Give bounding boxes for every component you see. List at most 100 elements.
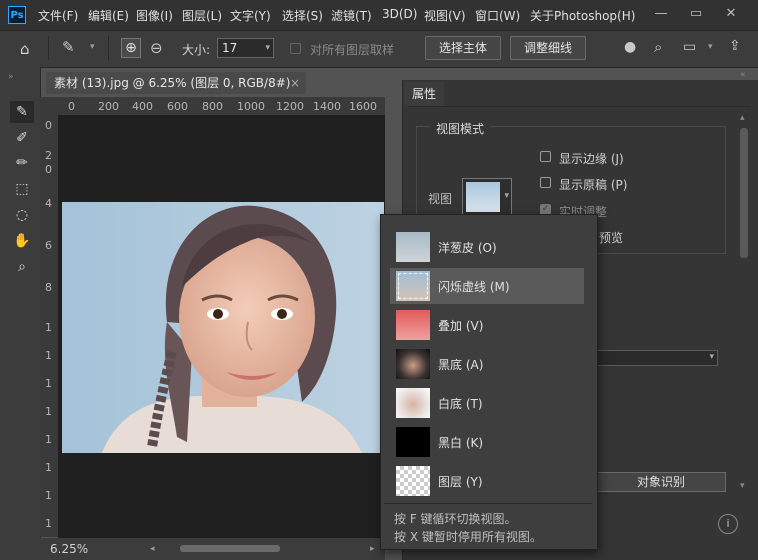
scroll-left-icon[interactable]: ◂ xyxy=(150,538,155,560)
ruler-tick: 1 xyxy=(45,405,52,418)
menu-window[interactable]: 窗口(W) xyxy=(475,7,520,24)
collapse-panel-icon[interactable]: « xyxy=(740,70,746,80)
share-icon[interactable]: ⇪ xyxy=(729,38,741,54)
ruler-tick: 2 xyxy=(45,149,52,162)
menu-image[interactable]: 图像(I) xyxy=(136,7,173,24)
object-recognition-button[interactable]: 对象识别 xyxy=(596,472,726,492)
scroll-right-icon[interactable]: ▸ xyxy=(370,538,375,560)
show-edge-label: 显示边缘 (J) xyxy=(559,152,624,166)
divider xyxy=(108,36,109,60)
refine-brush-tool-icon[interactable]: ✐ xyxy=(10,127,34,149)
ruler-tick: 600 xyxy=(167,100,188,113)
view-mode-marching-ants[interactable]: 闪烁虚线 (M) xyxy=(390,268,584,304)
hint-cycle-views: 按 F 键循环切换视图。 xyxy=(394,512,517,526)
onion-skin-thumbnail xyxy=(396,232,430,262)
view-mode-label: 视图模式 xyxy=(430,120,491,137)
chevron-down-icon[interactable]: ▾ xyxy=(90,42,95,52)
zoom-tool-icon[interactable]: ⌕ xyxy=(10,256,34,278)
layers-thumbnail xyxy=(396,466,430,496)
info-icon[interactable]: i xyxy=(718,514,738,534)
show-edge-checkbox[interactable] xyxy=(540,151,551,162)
show-original-label: 显示原稿 (P) xyxy=(559,178,628,192)
search-icon[interactable]: ⌕ xyxy=(654,38,662,56)
view-mode-onion-skin[interactable]: 洋葱皮 (O) xyxy=(390,229,584,265)
ruler-tick: 1 xyxy=(45,517,52,530)
brush-tool-icon[interactable]: ✏ xyxy=(10,152,34,174)
home-icon[interactable]: ⌂ xyxy=(20,40,30,58)
menu-view[interactable]: 视图(V) xyxy=(424,7,466,24)
workspace-icon[interactable]: ▭ xyxy=(683,39,696,55)
ruler-tick: 1 xyxy=(45,461,52,474)
add-to-selection-icon[interactable]: ⊕ xyxy=(121,38,141,58)
chevron-down-icon[interactable]: ▾ xyxy=(708,42,713,52)
ruler-tick: 1 xyxy=(45,433,52,446)
view-thumbnail xyxy=(466,182,500,212)
subtract-from-selection-icon[interactable]: ⊖ xyxy=(150,39,163,57)
view-mode-label: 图层 (Y) xyxy=(438,475,483,489)
output-select[interactable]: ▾ xyxy=(596,350,718,366)
ruler-tick: 1200 xyxy=(276,100,304,113)
document-tab[interactable]: 素材 (13).jpg @ 6.25% (图层 0, RGB/8#) × xyxy=(46,72,306,94)
view-mode-label: 闪烁虚线 (M) xyxy=(438,280,510,294)
object-selection-tool-icon[interactable]: ⬚ xyxy=(10,178,34,200)
sample-all-layers-checkbox[interactable] xyxy=(290,43,301,54)
view-mode-picker[interactable]: ▾ xyxy=(462,178,512,216)
divider xyxy=(48,36,49,60)
view-mode-on-black[interactable]: 黑底 (A) xyxy=(390,346,584,382)
ruler-tick: 400 xyxy=(132,100,153,113)
view-mode-label: 黑底 (A) xyxy=(438,358,484,372)
hand-tool-icon[interactable]: ✋ xyxy=(10,230,34,252)
ruler-tick: 800 xyxy=(202,100,223,113)
chevron-down-icon: ▾ xyxy=(265,43,270,53)
view-mode-on-layers[interactable]: 图层 (Y) xyxy=(390,463,584,499)
view-mode-label: 叠加 (V) xyxy=(438,319,484,333)
menu-file[interactable]: 文件(F) xyxy=(38,7,78,24)
view-mode-label: 黑白 (K) xyxy=(438,436,484,450)
scroll-up-icon[interactable]: ▴ xyxy=(740,113,745,123)
menu-filter[interactable]: 滤镜(T) xyxy=(331,7,372,24)
divider xyxy=(384,503,592,504)
quick-selection-tool-icon[interactable]: ✎ xyxy=(10,101,34,123)
user-icon[interactable]: ● xyxy=(624,39,636,55)
vertical-ruler: 0 2 0 4 6 8 1 1 1 1 1 1 1 1 xyxy=(40,115,59,537)
black-white-thumbnail xyxy=(396,427,430,457)
menu-select[interactable]: 选择(S) xyxy=(282,7,323,24)
sample-all-layers-label: 对所有图层取样 xyxy=(310,43,395,57)
document-title: 素材 (13).jpg @ 6.25% (图层 0, RGB/8#) xyxy=(54,76,291,90)
maximize-icon[interactable]: ▭ xyxy=(685,4,707,24)
minimize-icon[interactable]: — xyxy=(650,4,672,24)
menu-bar: Ps 文件(F) 编辑(E) 图像(I) 图层(L) 文字(Y) 选择(S) 滤… xyxy=(0,0,758,30)
close-window-icon[interactable]: ✕ xyxy=(720,4,742,24)
horizontal-scrollbar[interactable] xyxy=(180,545,280,552)
show-original-checkbox[interactable] xyxy=(540,177,551,188)
menu-type[interactable]: 文字(Y) xyxy=(230,7,271,24)
lasso-tool-icon[interactable]: ◌ xyxy=(10,204,34,226)
properties-scrollbar[interactable] xyxy=(740,128,748,258)
chevron-down-icon: ▾ xyxy=(504,191,509,201)
hint-disable-views: 按 X 键暂时停用所有视图。 xyxy=(394,530,542,544)
tab-properties[interactable]: 属性 xyxy=(404,82,444,106)
collapse-icon[interactable]: » xyxy=(8,72,14,82)
scroll-down-icon[interactable]: ▾ xyxy=(740,481,745,491)
ruler-tick: 1 xyxy=(45,377,52,390)
select-subject-button[interactable]: 选择主体 xyxy=(425,36,501,60)
refine-hair-button[interactable]: 调整细线 xyxy=(510,36,586,60)
divider xyxy=(408,106,750,107)
menu-edit[interactable]: 编辑(E) xyxy=(88,7,129,24)
menu-3d[interactable]: 3D(D) xyxy=(382,7,417,21)
menu-layer[interactable]: 图层(L) xyxy=(182,7,222,24)
menu-help[interactable]: 关于Photoshop(H) xyxy=(530,7,635,24)
ruler-tick: 0 xyxy=(68,100,75,113)
size-input[interactable]: 17 ▾ xyxy=(217,38,274,58)
view-mode-black-white[interactable]: 黑白 (K) xyxy=(390,424,584,460)
view-mode-on-white[interactable]: 白底 (T) xyxy=(390,385,584,421)
document-image[interactable] xyxy=(62,202,384,453)
view-mode-overlay[interactable]: 叠加 (V) xyxy=(390,307,584,343)
ruler-tick: 6 xyxy=(45,239,52,252)
close-tab-icon[interactable]: × xyxy=(290,72,300,94)
ruler-tick: 1600 xyxy=(349,100,377,113)
zoom-level[interactable]: 6.25% xyxy=(50,538,88,560)
ruler-tick: 1 xyxy=(45,349,52,362)
ruler-tick: 0 xyxy=(45,163,52,176)
quick-select-brush-icon[interactable]: ✎ xyxy=(62,38,75,56)
